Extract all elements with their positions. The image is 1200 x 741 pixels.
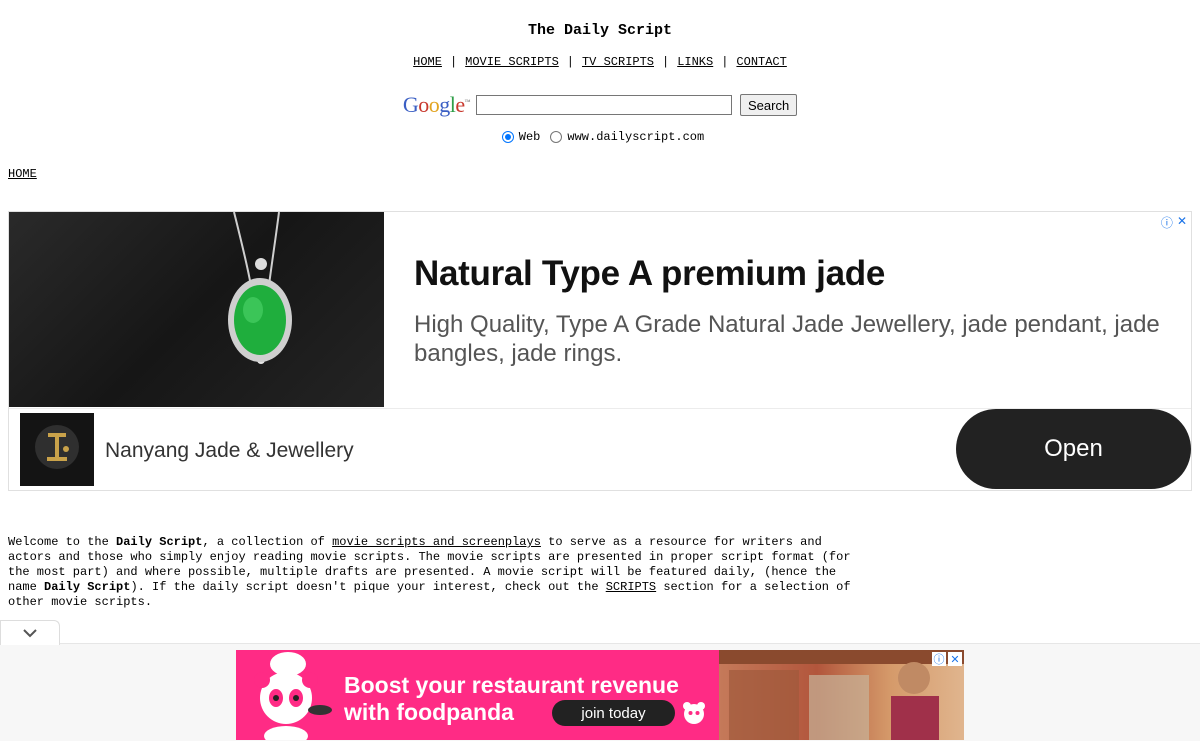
radio-web[interactable] [501,131,514,143]
collapse-ad-button[interactable] [0,620,60,645]
search-bar: Google™ Search [0,92,1200,118]
nav-separator: | [566,55,574,69]
nav-separator: | [721,55,729,69]
close-icon[interactable]: ✕ [1177,214,1187,231]
site-title: The Daily Script [527,22,673,39]
radio-site-label: www.dailyscript.com [567,130,705,144]
nav-contact[interactable]: CONTACT [736,55,786,69]
nav-separator: | [662,55,670,69]
search-button[interactable]: Search [739,94,798,116]
advertiser-logo [20,413,94,486]
ad-banner-jade[interactable]: ⓘ ✕ Natural Type A premium jade High Qua… [8,211,1192,491]
adchoices-icon[interactable]: ⓘ [1161,214,1173,231]
intro-text-part: Welcome to the [8,535,117,549]
ad-banner-foodpanda[interactable]: Boost your restaurant revenue with foodp… [236,650,964,740]
foodpanda-logo-icon [683,702,705,724]
ad-controls: ⓘ ✕ [932,652,962,666]
brand-name: Daily Script [44,580,131,594]
jade-pendant-image [9,212,384,407]
radio-web-label: Web [518,130,541,144]
advertiser-name: Nanyang Jade & Jewellery [105,439,354,462]
ad-open-button[interactable]: Open [956,409,1191,489]
search-input[interactable] [475,95,732,115]
ad-headline[interactable]: Natural Type A premium jade [414,254,885,294]
nav-home[interactable]: HOME [413,55,442,69]
adchoices-icon[interactable]: ⓘ [932,652,946,666]
nav-separator: | [449,55,458,69]
nav-tv-scripts[interactable]: TV SCRIPTS [582,55,654,69]
ad-controls: ⓘ ✕ [1161,214,1187,231]
scripts-link[interactable]: SCRIPTS [606,580,656,594]
chevron-down-icon [23,629,37,638]
nav-movie-scripts[interactable]: MOVIE SCRIPTS [465,55,559,69]
movie-scripts-link[interactable]: movie scripts and screenplays [332,535,541,549]
brand-name: Daily Script [116,535,203,549]
search-scope: Web www.dailyscript.com [0,130,1200,144]
breadcrumb-home[interactable]: HOME [8,167,37,181]
intro-text: Welcome to the Daily Script, a collectio… [8,535,868,610]
intro-text-part: , a collection of [202,535,333,549]
ad-line-1: Boost your restaurant revenue [344,672,679,698]
ad-line-2: with foodpanda [344,699,514,725]
close-icon[interactable]: ✕ [948,652,962,666]
join-today-button[interactable]: join today [552,700,675,726]
intro-text-part: ). If the daily script doesn't pique you… [130,580,606,594]
radio-site[interactable] [550,131,563,143]
google-logo[interactable]: Google™ [403,92,471,118]
panda-chef-icon [254,652,332,740]
top-nav: HOME | MOVIE SCRIPTS | TV SCRIPTS | LINKS | CONT… [0,55,1200,69]
nav-links[interactable]: LINKS [677,55,713,69]
restaurant-photo [719,650,964,740]
ad-description: High Quality, Type A Grade Natural Jade … [414,311,1160,367]
